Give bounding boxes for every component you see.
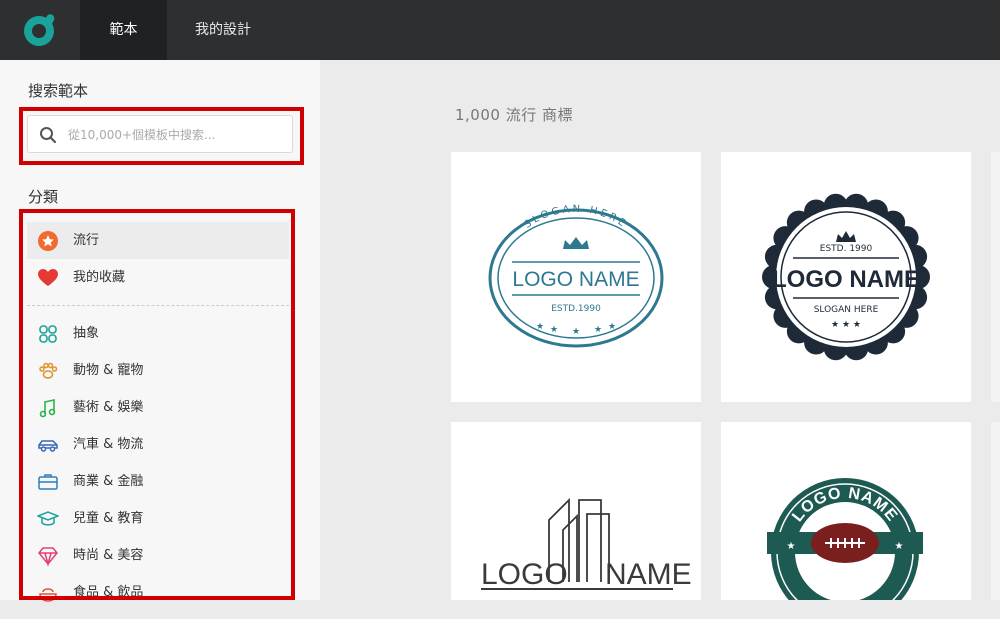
- svg-text:SLOGAN HERE: SLOGAN HERE: [814, 305, 879, 315]
- template-logo-oval: SLOGAN HERE LOGO NAME ESTD.1990 ★ ★ ★ ★ ★: [488, 204, 664, 348]
- category-section-title: 分類: [28, 188, 59, 206]
- category-label: 兒童 & 教育: [73, 511, 144, 526]
- template-card[interactable]: LOGO NAME ★ ★ SLOGAN: [721, 422, 971, 600]
- result-count-label: 1,000 流行 商標: [455, 106, 573, 124]
- category-business[interactable]: 商業 & 金融: [27, 463, 289, 500]
- category-popular[interactable]: 流行: [27, 222, 289, 259]
- template-name-text: LOGO NAME: [772, 266, 920, 293]
- search-input[interactable]: [66, 124, 290, 146]
- heart-icon: [37, 267, 59, 289]
- category-arts[interactable]: 藝術 & 娛樂: [27, 389, 289, 426]
- svg-text:ESTD. 1990: ESTD. 1990: [820, 244, 873, 254]
- category-label: 食品 & 飲品: [73, 585, 144, 600]
- template-card-partial[interactable]: [991, 422, 1000, 600]
- template-name-left: LOGO: [481, 558, 568, 591]
- template-name-text: LOGO NAME: [512, 268, 639, 291]
- svg-text:★: ★: [536, 322, 544, 332]
- music-note-icon: [37, 397, 59, 419]
- graduation-cap-icon: [35, 508, 61, 530]
- tab-templates[interactable]: 範本: [80, 0, 167, 60]
- food-icon: [37, 582, 59, 604]
- category-automotive[interactable]: 汽車 & 物流: [27, 426, 289, 463]
- category-food[interactable]: 食品 & 飲品: [27, 574, 289, 611]
- paw-icon: [37, 360, 59, 382]
- svg-text:★: ★: [608, 322, 616, 332]
- svg-text:★: ★: [787, 541, 796, 552]
- car-icon: [37, 434, 59, 456]
- category-label: 我的收藏: [73, 270, 126, 285]
- svg-text:★: ★: [895, 541, 904, 552]
- template-logo-skyline: LOGO NAME: [481, 497, 692, 591]
- template-card-partial[interactable]: [991, 152, 1000, 402]
- template-card[interactable]: SLOGAN HERE LOGO NAME ESTD.1990 ★ ★ ★ ★ ★: [451, 152, 701, 402]
- app-logo-icon[interactable]: [20, 10, 60, 50]
- category-label: 商業 & 金融: [73, 474, 144, 489]
- template-card[interactable]: ESTD. 1990 LOGO NAME SLOGAN HERE ★ ★ ★: [721, 152, 971, 402]
- top-bar: 範本 我的設計: [0, 0, 1000, 60]
- category-label: 抽象: [73, 326, 100, 341]
- star-icon: [37, 230, 59, 252]
- category-label: 藝術 & 娛樂: [73, 400, 144, 415]
- category-list: 流行 我的收藏 抽象 動物 & 寵物 藝術 & 娛樂 汽車 & 物流 商業 & …: [27, 222, 289, 611]
- search-icon: [39, 126, 57, 144]
- abstract-icon: [37, 323, 59, 345]
- svg-text:★: ★: [594, 325, 602, 335]
- category-label: 動物 & 寵物: [73, 363, 144, 378]
- svg-text:★: ★: [572, 327, 580, 337]
- template-name-right: NAME: [605, 558, 692, 591]
- category-label: 時尚 & 美容: [73, 548, 144, 563]
- template-card[interactable]: LOGO NAME: [451, 422, 701, 600]
- category-favorites[interactable]: 我的收藏: [27, 259, 289, 296]
- svg-text:★: ★: [550, 325, 558, 335]
- category-abstract[interactable]: 抽象: [27, 315, 289, 352]
- template-logo-badge: ESTD. 1990 LOGO NAME SLOGAN HERE ★ ★ ★: [762, 193, 930, 361]
- svg-text:★ ★ ★: ★ ★ ★: [831, 320, 861, 330]
- search-section-title: 搜索範本: [28, 82, 89, 100]
- diamond-icon: [37, 545, 59, 567]
- category-animals[interactable]: 動物 & 寵物: [27, 352, 289, 389]
- svg-text:ESTD.1990: ESTD.1990: [551, 304, 601, 314]
- template-logo-football: LOGO NAME ★ ★ SLOGAN: [767, 478, 923, 600]
- category-divider: [27, 305, 289, 306]
- category-label: 流行: [73, 233, 100, 248]
- category-education[interactable]: 兒童 & 教育: [27, 500, 289, 537]
- category-fashion[interactable]: 時尚 & 美容: [27, 537, 289, 574]
- search-box[interactable]: [27, 115, 293, 153]
- tab-my-designs[interactable]: 我的設計: [167, 0, 279, 60]
- category-label: 汽車 & 物流: [73, 437, 144, 452]
- briefcase-icon: [37, 471, 59, 493]
